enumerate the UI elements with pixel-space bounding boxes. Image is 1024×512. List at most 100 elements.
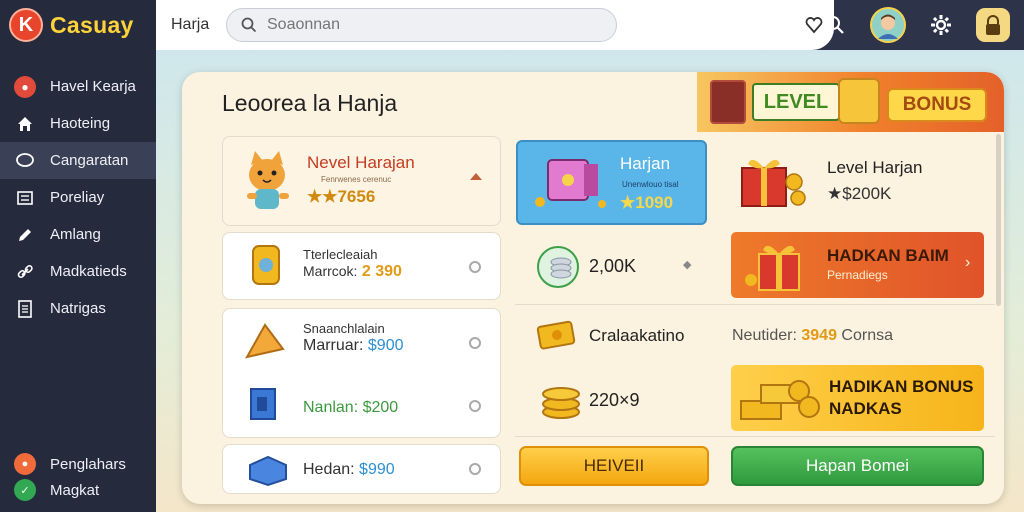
- highlight-title: Harjan: [620, 154, 671, 173]
- search-icon[interactable]: [818, 8, 852, 42]
- highlight-card[interactable]: Harjan Unenwlouo tisal ★1090: [516, 140, 707, 225]
- sidebar-item-cangaratan[interactable]: Cangaratan: [0, 142, 156, 179]
- settings-dot-icon[interactable]: [469, 261, 481, 273]
- sidebar-item-label: Havel Kearja: [50, 78, 136, 95]
- sidebar-item-label: Penglahars: [50, 455, 126, 473]
- gear-icon[interactable]: [924, 8, 958, 42]
- promo-card[interactable]: HADKAN BAIM Pernadiegs ›: [731, 232, 984, 298]
- coins-stat[interactable]: 220×9: [515, 368, 722, 434]
- link-icon: [14, 261, 36, 283]
- scrollbar[interactable]: [996, 134, 1001, 306]
- level-card-title: Level Harjan: [827, 158, 923, 177]
- item-price: Marruar: $900: [303, 337, 404, 354]
- cake-slice-icon: [245, 323, 285, 359]
- panel-title: Leoorea la Hanja: [222, 90, 398, 116]
- gold-coins-icon: [542, 387, 580, 419]
- sidebar-item-magkat[interactable]: ✓ Magkat: [0, 477, 156, 503]
- sidebar-item-label: Cangaratan: [50, 152, 129, 169]
- pencil-icon: [14, 224, 36, 246]
- crafting-row[interactable]: Cralaakatino Neutider: 3949 Cornsa: [515, 308, 995, 364]
- row-divider: [515, 436, 995, 437]
- settings-dot-icon[interactable]: [469, 337, 481, 349]
- collapse-caret-icon[interactable]: [469, 171, 483, 181]
- highlight-rating: ★1090: [620, 193, 674, 212]
- search-box[interactable]: [226, 8, 617, 42]
- promo-card[interactable]: HADIKAN BONUS NADKAS: [731, 365, 984, 431]
- banner-bonus-label[interactable]: BONUS: [887, 88, 987, 122]
- main-panel: Leoorea la Hanja LEVEL BONUS Nevel Haraj…: [182, 72, 1004, 504]
- brand[interactable]: K Casuay: [0, 0, 156, 50]
- chat-icon: [14, 150, 36, 172]
- sidebar-item-natrigas[interactable]: Natrigas: [0, 290, 156, 327]
- sidebar-item-poreliay[interactable]: Poreliay: [0, 179, 156, 216]
- highlight-subtitle: Unenwlouo tisal: [622, 180, 679, 189]
- sidebar-bottom: ● Penglahars ✓ Magkat: [0, 451, 156, 503]
- sidebar-item-label: Natrigas: [50, 300, 106, 317]
- sidebar-nav: ● Havel Kearja Haoteing Cangaratan Porel…: [0, 68, 156, 327]
- red-gift-icon: [741, 159, 806, 207]
- item-price: Hedan: $990: [303, 461, 395, 478]
- list-item[interactable]: Snaanchlalain Marruar: $900 Nanlan: $200: [222, 308, 501, 438]
- sidebar-item-havel-kearja[interactable]: ● Havel Kearja: [0, 68, 156, 105]
- stat-card[interactable]: 2,00K ◆: [515, 232, 722, 300]
- search-icon: [241, 17, 257, 33]
- chevron-right-icon[interactable]: ›: [965, 254, 970, 272]
- gold-coin-icon: [252, 245, 280, 285]
- bonus-button[interactable]: Hapan Bomei: [731, 446, 984, 486]
- sidebar-item-label: Madkatieds: [50, 263, 127, 280]
- item-title: Tterlecleaiah: [303, 247, 378, 262]
- promo-title: HADIKAN BONUS: [829, 377, 974, 396]
- craft-note: Neutider: 3949 Cornsa: [732, 327, 893, 344]
- featured-rating: ★★7656: [307, 187, 376, 206]
- sidebar-item-madkatieds[interactable]: Madkatieds: [0, 253, 156, 290]
- cash-bundle-icon: [536, 320, 576, 350]
- top-bar: Harja: [156, 0, 1024, 50]
- top-bar-main: Harja: [156, 0, 834, 50]
- featured-card[interactable]: Nevel Harajan Fenrwenes cerenuc ★★7656: [222, 136, 501, 226]
- sidebar-item-penglahars[interactable]: ● Penglahars: [0, 451, 156, 477]
- item-price: Marrcok: 2 390: [303, 263, 402, 280]
- settings-dot-icon[interactable]: [469, 463, 481, 475]
- stat-value: 2,00K: [589, 256, 637, 276]
- book-icon: [710, 80, 746, 124]
- row-divider: [515, 304, 995, 305]
- lock-icon[interactable]: [976, 8, 1010, 42]
- sidebar-item-label: Haoteing: [50, 115, 111, 132]
- featured-name: Nevel Harajan: [307, 153, 415, 172]
- stat-value: 220×9: [589, 390, 640, 410]
- gamepad-icon: ●: [14, 75, 36, 98]
- promo-subtitle: Pernadiegs: [827, 268, 888, 282]
- list-item[interactable]: Hedan: $990: [222, 444, 501, 494]
- gift-box-icon: [535, 159, 606, 208]
- sidebar-item-label: Magkat: [50, 481, 100, 499]
- list-icon: [14, 187, 36, 209]
- sidebar-item-label: Amlang: [50, 226, 101, 243]
- gift-frame-icon: [838, 78, 880, 124]
- sidebar-item-label: Poreliay: [50, 189, 105, 206]
- item-price: Nanlan: $200: [303, 399, 399, 416]
- sidebar-item-amlang[interactable]: Amlang: [0, 216, 156, 253]
- item-title: Snaanchlalain: [303, 321, 385, 336]
- app-name: Casuay: [50, 11, 134, 38]
- check-icon: ✓: [14, 479, 36, 501]
- search-input[interactable]: [267, 16, 587, 34]
- settings-dot-icon[interactable]: [469, 400, 481, 412]
- level-card-value: ★$200K: [827, 184, 892, 203]
- craft-label: Cralaakatino: [589, 326, 685, 345]
- avatar[interactable]: [870, 7, 906, 43]
- banner-level-label[interactable]: LEVEL: [752, 83, 840, 121]
- sidebar: K Casuay ● Havel Kearja Haoteing Cangara…: [0, 0, 156, 512]
- blue-box-icon: [250, 388, 276, 420]
- gift-icon: [745, 245, 800, 291]
- list-item[interactable]: Tterlecleaiah Marrcok: 2 390: [222, 232, 501, 300]
- sidebar-item-haoteing[interactable]: Haoteing: [0, 105, 156, 142]
- top-icons: [818, 7, 1010, 43]
- page-title: Harja: [171, 16, 210, 33]
- level-card[interactable]: Level Harjan ★$200K: [722, 142, 992, 222]
- orange-coin-icon: ●: [14, 453, 36, 475]
- level-button[interactable]: HEIVEII: [519, 446, 709, 486]
- promo-subtitle: NADKAS: [829, 399, 902, 418]
- blue-crate-icon: [249, 455, 287, 487]
- cat-mascot-icon: [247, 151, 289, 209]
- app-logo-icon: K: [9, 8, 43, 42]
